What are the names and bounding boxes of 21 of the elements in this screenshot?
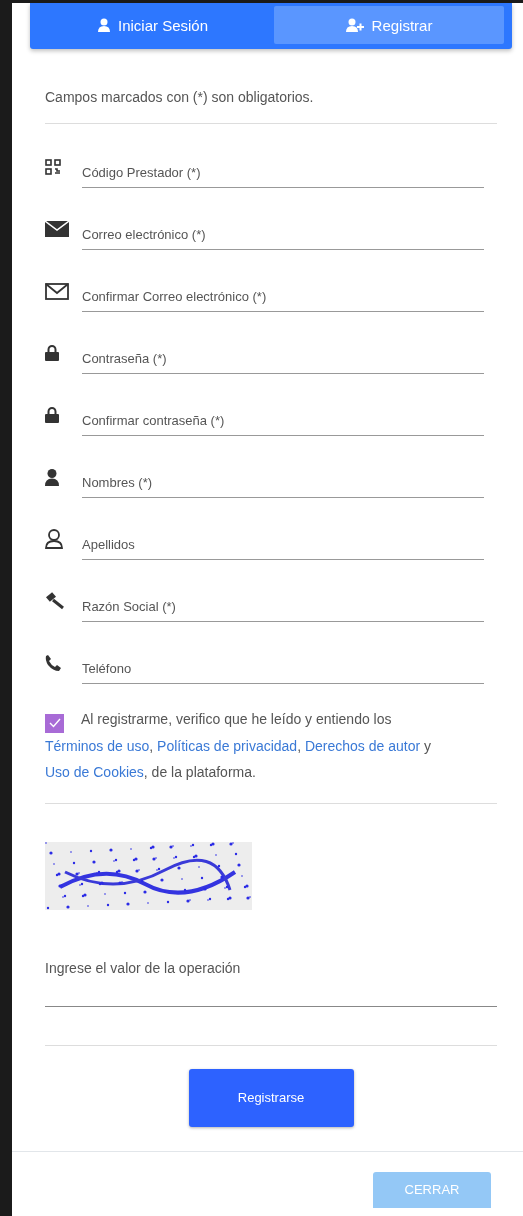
tab[interactable]: Iniciar Sesión [38, 6, 268, 44]
lock-icon [45, 345, 59, 361]
tab[interactable]: Registrar [274, 6, 504, 44]
user-icon [45, 468, 59, 486]
register-button[interactable]: Registrarse [188, 1068, 354, 1127]
link[interactable]: Uso de Cookies [45, 763, 144, 780]
envelope-icon [45, 282, 69, 300]
user-icon [97, 18, 110, 32]
required-fields-note: Campos marcados con (*) son obligatorios. [45, 89, 315, 105]
add-user-icon [345, 18, 364, 32]
checkbox[interactable] [45, 713, 64, 733]
lock-icon [45, 407, 59, 423]
phone-icon [45, 655, 61, 671]
qr-code-icon [45, 159, 61, 175]
link[interactable]: Derechos de autor [304, 737, 421, 754]
consent-text: Al registrarme, verifico que he leído y entiendo los Términos de uso, Políticas de privacidad, Derechos de autor y Uso de Cookies, de la plataforma. [45, 710, 432, 782]
gavel-icon [45, 592, 65, 610]
envelope-icon [45, 221, 69, 237]
link[interactable]: Políticas de privacidad [157, 737, 298, 754]
user-icon [45, 529, 63, 549]
check-icon [48, 718, 61, 728]
